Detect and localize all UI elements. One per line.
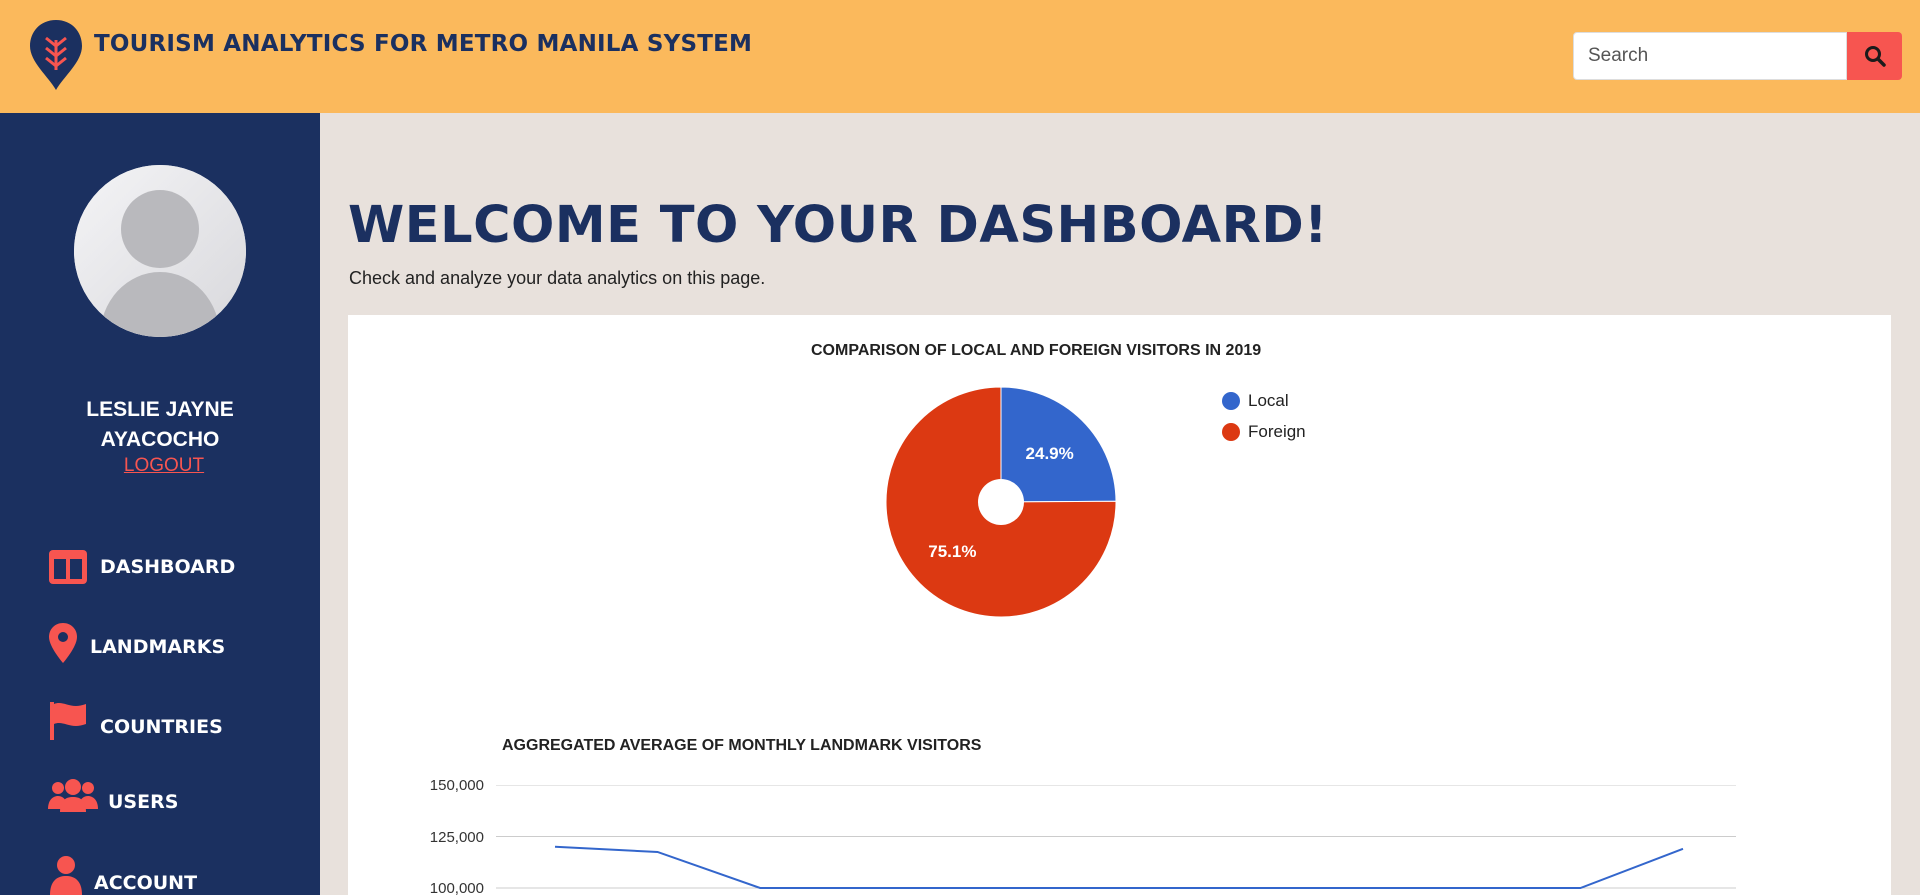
search-icon	[1864, 46, 1886, 67]
logo-map-pin-icon	[30, 20, 82, 90]
pie-value-label: 24.9%	[1026, 444, 1074, 463]
line-chart	[496, 785, 1736, 889]
avatar	[74, 165, 246, 337]
top-header: TOURISM ANALYTICS FOR METRO MANILA SYSTE…	[0, 0, 1920, 113]
page-title: WELCOME TO YOUR DASHBOARD!	[348, 196, 1328, 255]
nav-account[interactable]: ACCOUNT	[48, 855, 197, 895]
nav-countries-label: COUNTRIES	[100, 716, 223, 738]
nav-landmarks[interactable]: LANDMARKS	[48, 622, 225, 664]
user-name: LESLIE JAYNE AYACOCHO	[86, 398, 234, 451]
legend-label-foreign: Foreign	[1248, 421, 1306, 441]
pie-value-label: 75.1%	[928, 542, 976, 561]
nav-account-label: ACCOUNT	[94, 872, 198, 894]
line-series[interactable]	[554, 845, 1684, 889]
page-subtitle: Check and analyze your data analytics on…	[349, 268, 766, 288]
user-icon	[50, 856, 82, 895]
users-icon	[48, 779, 98, 812]
search-bar	[1573, 32, 1902, 80]
nav-dashboard[interactable]: DASHBOARD	[48, 549, 235, 585]
pie-chart: 24.9% 75.1%	[885, 386, 1117, 618]
search-input[interactable]	[1573, 32, 1847, 80]
legend-item-local: Local	[1222, 385, 1306, 416]
brand: TOURISM ANALYTICS FOR METRO MANILA SYSTE…	[28, 18, 752, 92]
nav-countries[interactable]: COUNTRIES	[48, 700, 223, 742]
y-tick-label: 125,000	[429, 829, 484, 846]
legend-item-foreign: Foreign	[1222, 416, 1306, 447]
nav-users[interactable]: USERS	[48, 779, 178, 813]
pie-center-hole	[978, 479, 1024, 525]
search-button[interactable]	[1847, 32, 1902, 80]
legend-dot-foreign	[1222, 422, 1240, 441]
dashboard-icon	[49, 550, 87, 584]
pie-chart-title: COMPARISON OF LOCAL AND FOREIGN VISITORS…	[811, 342, 1262, 359]
y-tick-label: 100,000	[429, 880, 484, 895]
map-pin-icon	[49, 623, 77, 663]
nav-landmarks-label: LANDMARKS	[90, 636, 226, 658]
pie-legend: Local Foreign	[1222, 385, 1306, 447]
nav-users-label: USERS	[108, 791, 179, 813]
legend-label-local: Local	[1248, 390, 1289, 410]
legend-dot-local	[1222, 391, 1240, 410]
avatar-placeholder-icon	[74, 165, 246, 337]
logout-link[interactable]: LOGOUT	[0, 455, 328, 477]
app-title: TOURISM ANALYTICS FOR METRO MANILA SYSTE…	[94, 31, 753, 57]
line-chart-title: AGGREGATED AVERAGE OF MONTHLY LANDMARK V…	[502, 737, 982, 754]
sidebar: LESLIE JAYNE AYACOCHO LOGOUT DASHBOARD L…	[0, 113, 320, 895]
y-tick-label: 150,000	[429, 777, 484, 794]
nav-dashboard-label: DASHBOARD	[100, 556, 236, 578]
flag-icon	[50, 702, 86, 740]
